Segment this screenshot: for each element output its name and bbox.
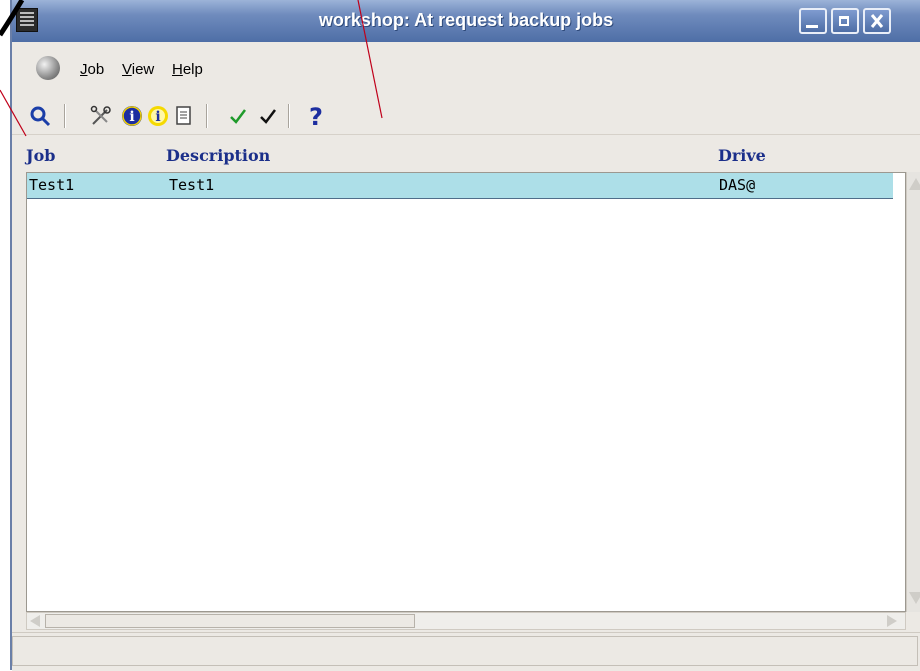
- document-button[interactable]: [172, 102, 196, 130]
- menu-bar: Job View Help: [12, 42, 920, 99]
- maximize-icon: [839, 16, 849, 26]
- info-button[interactable]: i: [120, 102, 144, 130]
- info-outline-button[interactable]: i: [146, 102, 170, 130]
- vertical-scrollbar[interactable]: [906, 172, 920, 612]
- toolbar-separator: [206, 104, 208, 128]
- help-button[interactable]: ?: [304, 102, 328, 130]
- close-button[interactable]: [863, 8, 891, 34]
- search-icon: [30, 106, 51, 127]
- window-title: workshop: At request backup jobs: [318, 10, 614, 30]
- cell-drive: DAS@: [719, 176, 756, 194]
- svg-text:i: i: [155, 109, 160, 125]
- svg-text:i: i: [129, 109, 134, 125]
- svg-text:?: ?: [309, 103, 323, 129]
- horizontal-scroll-thumb[interactable]: [45, 614, 415, 628]
- toolbar: i i ?: [12, 98, 920, 135]
- column-header-drive[interactable]: Drive: [718, 146, 766, 165]
- toolbar-separator: [288, 104, 290, 128]
- toolbar-separator: [64, 104, 66, 128]
- table-header: Job Description Drive: [12, 140, 920, 172]
- check-black-icon: [260, 109, 276, 124]
- cell-description: Test1: [169, 176, 215, 194]
- maximize-button[interactable]: [831, 8, 859, 34]
- column-header-job[interactable]: Job: [26, 146, 55, 165]
- menu-help[interactable]: Help: [172, 61, 203, 78]
- info-outline-icon: i: [148, 106, 168, 126]
- status-field: [12, 636, 918, 666]
- horizontal-scrollbar[interactable]: [26, 612, 906, 630]
- info-filled-icon: i: [122, 106, 142, 126]
- scroll-down-icon[interactable]: [909, 592, 920, 604]
- menu-view[interactable]: View: [122, 61, 154, 78]
- help-question-icon: ?: [309, 103, 323, 129]
- title-bar[interactable]: workshop: At request backup jobs: [12, 0, 920, 42]
- scroll-up-icon[interactable]: [909, 178, 920, 190]
- job-list[interactable]: Test1 Test1 DAS@: [26, 172, 906, 612]
- search-button[interactable]: [28, 102, 52, 130]
- check-green-icon: [230, 109, 246, 124]
- scroll-right-icon[interactable]: [887, 615, 897, 627]
- column-header-description[interactable]: Description: [166, 146, 270, 165]
- status-bar: [12, 632, 920, 671]
- app-window: workshop: At request backup jobs Job Vie…: [10, 0, 920, 671]
- scroll-left-icon[interactable]: [30, 615, 40, 627]
- tools-button[interactable]: [88, 102, 114, 130]
- minimize-button[interactable]: [799, 8, 827, 34]
- tools-icon: [90, 105, 111, 125]
- app-logo-icon: [36, 56, 60, 80]
- menu-job[interactable]: Job: [80, 61, 104, 78]
- minimize-icon: [806, 25, 818, 28]
- table-row[interactable]: Test1 Test1 DAS@: [27, 173, 893, 199]
- cell-job: Test1: [29, 176, 75, 194]
- close-icon: [870, 14, 884, 28]
- confirm-button[interactable]: [256, 102, 280, 130]
- approve-button[interactable]: [226, 102, 250, 130]
- document-icon: [176, 106, 191, 125]
